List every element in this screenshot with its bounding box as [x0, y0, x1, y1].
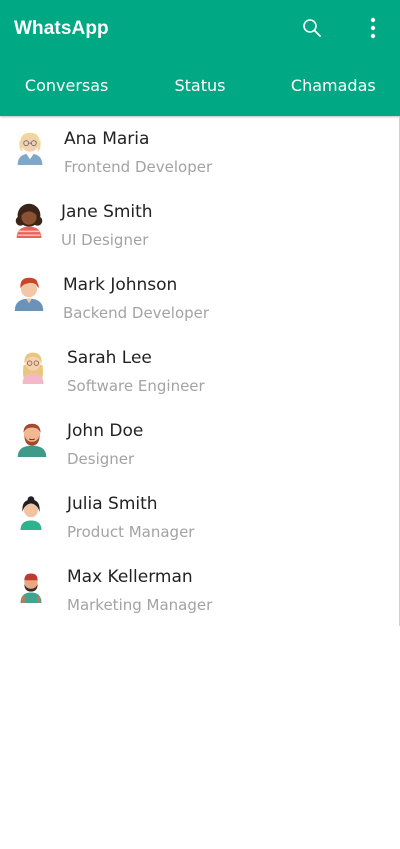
contact-name: Sarah Lee — [67, 348, 152, 368]
contact-role: Backend Developer — [63, 304, 210, 322]
app-title: WhatsApp — [14, 18, 109, 39]
contact-role: Software Engineer — [67, 377, 205, 395]
chat-list-item[interactable]: Julia Smith Product Manager — [0, 481, 398, 554]
chat-list-item[interactable]: Sarah Lee Software Engineer — [0, 335, 398, 408]
menu-button[interactable] — [359, 14, 387, 42]
contact-name: Mark Johnson — [63, 275, 178, 295]
avatar-dark-hair-woman-icon — [20, 496, 42, 530]
search-button[interactable] — [298, 14, 326, 42]
contact-name: Ana Maria — [64, 129, 150, 149]
tab-status[interactable]: Status — [133, 64, 266, 110]
more-vertical-icon — [370, 17, 376, 39]
contact-name: Julia Smith — [67, 494, 158, 514]
avatar-blonde-woman-glasses-icon — [17, 132, 43, 165]
chat-list-item[interactable]: Max Kellerman Marketing Manager — [0, 554, 398, 627]
tab-chamadas[interactable]: Chamadas — [267, 64, 400, 110]
tab-bar: Conversas Status Chamadas — [0, 64, 400, 110]
contact-role: Frontend Developer — [64, 158, 213, 176]
avatar-curly-hair-woman-icon — [15, 203, 43, 238]
contact-role: Product Manager — [67, 523, 195, 541]
chat-list-item[interactable]: Ana Maria Frontend Developer — [0, 116, 398, 189]
contact-name: John Doe — [67, 421, 144, 441]
app-header: WhatsApp Conversas Status Chamadas — [0, 0, 400, 116]
avatar-redhead-man-icon — [14, 277, 44, 311]
search-icon — [303, 19, 321, 37]
chat-list-item[interactable]: Jane Smith UI Designer — [0, 189, 398, 262]
contact-role: Designer — [67, 450, 135, 468]
avatar-man-cap-icon — [20, 573, 42, 603]
chat-list-item[interactable]: John Doe Designer — [0, 408, 398, 481]
contact-role: Marketing Manager — [67, 596, 213, 614]
contact-name: Max Kellerman — [67, 567, 193, 587]
contact-name: Jane Smith — [61, 202, 153, 222]
avatar-blonde-woman-pink-icon — [22, 352, 44, 384]
chat-list: Ana Maria Frontend Developer Jane Smith … — [0, 116, 400, 626]
avatar-bearded-man-icon — [17, 423, 47, 457]
tab-conversas[interactable]: Conversas — [0, 64, 133, 110]
contact-role: UI Designer — [61, 231, 149, 249]
chat-list-item[interactable]: Mark Johnson Backend Developer — [0, 262, 398, 335]
